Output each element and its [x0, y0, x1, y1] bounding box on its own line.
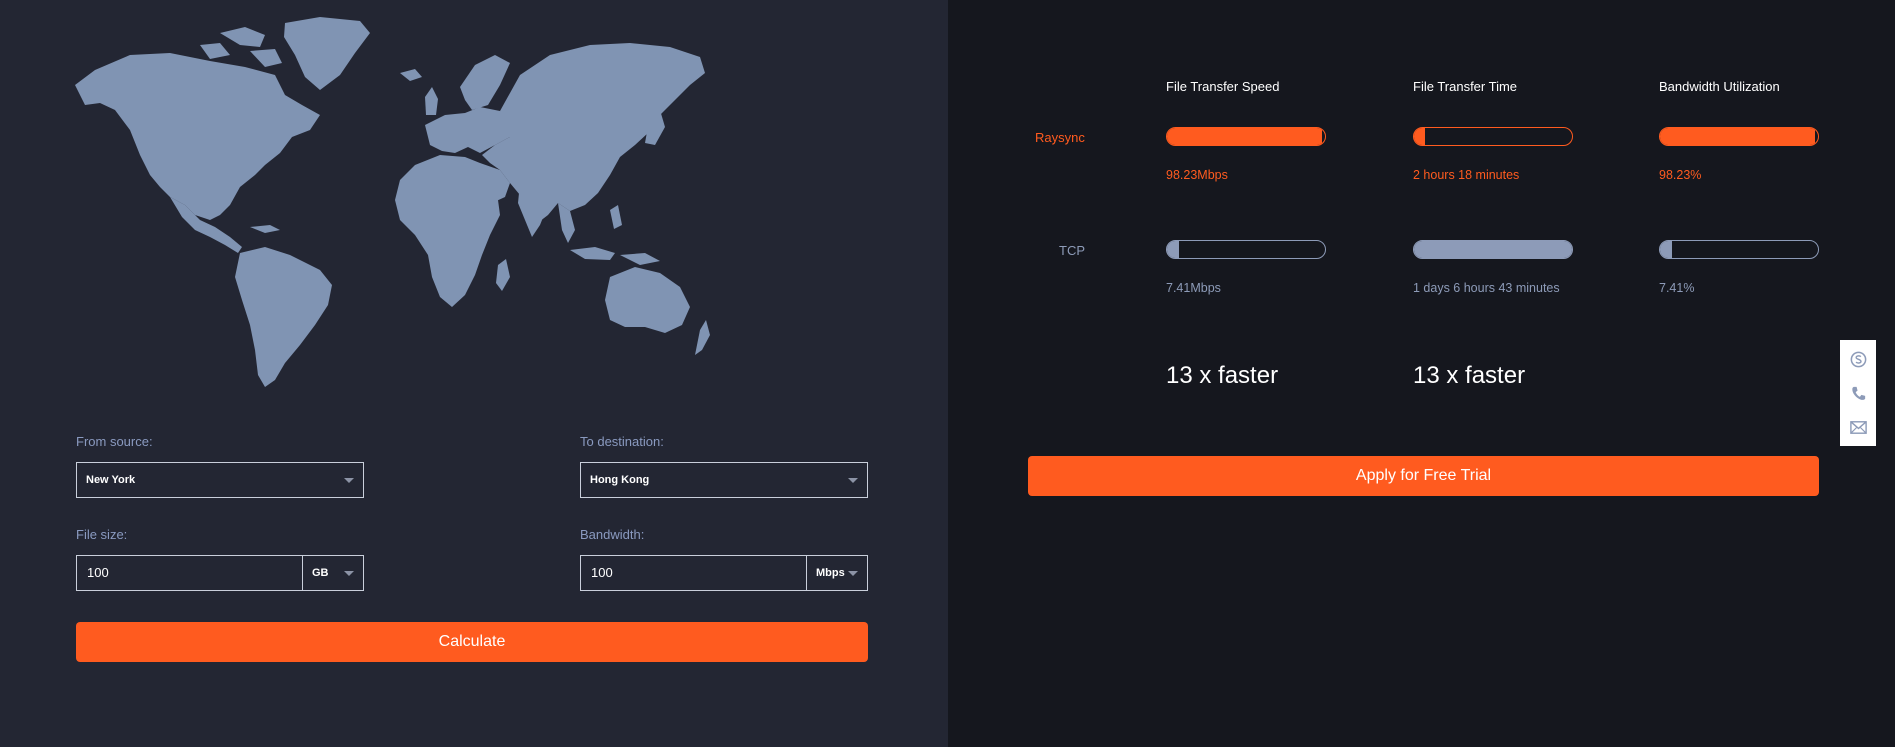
raysync-time-bar	[1413, 127, 1573, 146]
calculate-button[interactable]: Calculate	[76, 622, 868, 662]
destination-select[interactable]: Hong Kong	[580, 462, 868, 498]
destination-label: To destination:	[580, 434, 664, 449]
destination-value: Hong Kong	[590, 474, 650, 486]
source-label: From source:	[76, 434, 153, 449]
filesize-input[interactable]: 100	[76, 555, 303, 591]
tcp-label: TCP	[1059, 243, 1085, 258]
tcp-speed-value: 7.41Mbps	[1166, 281, 1221, 295]
bandwidth-unit-value: Mbps	[816, 567, 845, 579]
tcp-speed-bar	[1166, 240, 1326, 259]
raysync-label: Raysync	[1035, 130, 1085, 145]
raysync-time-value: 2 hours 18 minutes	[1413, 168, 1520, 182]
filesize-unit-value: GB	[312, 567, 329, 579]
faster-time-text: 13 x faster	[1413, 362, 1526, 389]
source-select[interactable]: New York	[76, 462, 364, 498]
chevron-down-icon	[848, 478, 858, 483]
bandwidth-label: Bandwidth:	[580, 527, 645, 542]
raysync-speed-value: 98.23Mbps	[1166, 168, 1228, 182]
phone-icon[interactable]	[1849, 384, 1868, 403]
calculator-panel: From source: New York To destination: Ho…	[0, 0, 948, 747]
tcp-utilization-bar	[1659, 240, 1819, 259]
skype-icon[interactable]	[1849, 350, 1868, 369]
bandwidth-unit-select[interactable]: Mbps	[806, 555, 868, 591]
bandwidth-input[interactable]: 100	[580, 555, 807, 591]
apply-free-trial-button[interactable]: Apply for Free Trial	[1028, 456, 1819, 496]
raysync-utilization-bar	[1659, 127, 1819, 146]
filesize-label: File size:	[76, 527, 128, 542]
contact-sidebar	[1840, 340, 1876, 446]
col-title-utilization: Bandwidth Utilization	[1659, 79, 1780, 94]
tcp-time-value: 1 days 6 hours 43 minutes	[1413, 281, 1560, 295]
raysync-utilization-value: 98.23%	[1659, 168, 1702, 182]
raysync-speed-bar	[1166, 127, 1326, 146]
chevron-down-icon	[848, 571, 858, 576]
col-title-time: File Transfer Time	[1413, 79, 1518, 94]
tcp-utilization-value: 7.41%	[1659, 281, 1695, 295]
chevron-down-icon	[344, 571, 354, 576]
faster-speed-text: 13 x faster	[1166, 362, 1279, 389]
world-map	[75, 17, 710, 387]
chevron-down-icon	[344, 478, 354, 483]
filesize-unit-select[interactable]: GB	[302, 555, 364, 591]
results-panel: File Transfer Speed File Transfer Time B…	[948, 0, 1895, 747]
mail-icon[interactable]	[1849, 418, 1868, 437]
source-value: New York	[86, 474, 136, 486]
col-title-speed: File Transfer Speed	[1166, 79, 1280, 94]
tcp-time-bar	[1413, 240, 1573, 259]
